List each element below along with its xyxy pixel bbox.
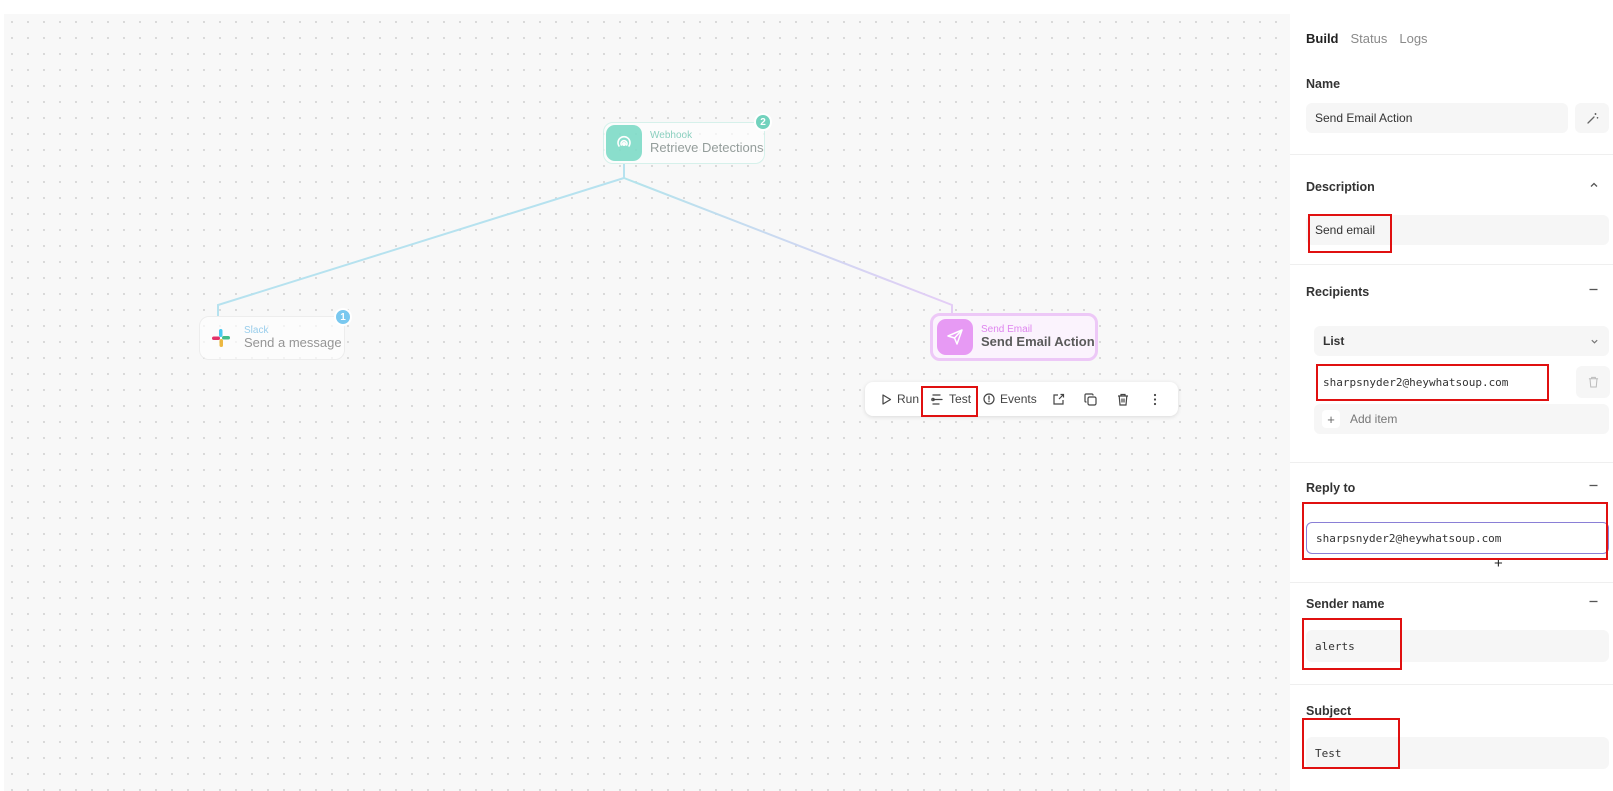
section-divider — [1290, 684, 1613, 685]
section-divider — [1290, 462, 1613, 463]
webhook-icon — [606, 125, 642, 161]
app-root: Webhook Retrieve Detections 2 Slack Send… — [0, 0, 1613, 791]
recipient-item-input[interactable]: sharpsnyder2@heywhatsoup.com — [1314, 366, 1574, 398]
sender-name-input[interactable]: alerts — [1306, 630, 1609, 662]
duplicate-icon — [1084, 392, 1097, 406]
more-button[interactable] — [1139, 386, 1171, 412]
node-title: Send Email Action — [981, 334, 1095, 350]
collapse-reply-to-button[interactable] — [1588, 478, 1599, 494]
collapse-description-button[interactable] — [1589, 177, 1599, 193]
node-count-badge: 1 — [334, 308, 352, 326]
minus-icon — [1589, 288, 1598, 291]
more-icon — [1153, 393, 1156, 405]
chevron-down-icon — [1591, 339, 1598, 344]
tab-build[interactable]: Build — [1306, 31, 1339, 46]
reply-to-input[interactable]: sharpsnyder2@heywhatsoup.com — [1306, 522, 1609, 554]
section-divider — [1290, 582, 1613, 583]
trash-icon — [1588, 376, 1598, 388]
collapse-sender-name-button[interactable] — [1588, 594, 1599, 610]
send-icon — [937, 319, 973, 355]
name-label: Name — [1306, 77, 1341, 91]
description-label: Description — [1306, 180, 1375, 194]
events-icon — [983, 393, 995, 405]
recipients-label: Recipients — [1306, 285, 1370, 299]
node-slack[interactable]: Slack Send a message — [199, 316, 345, 360]
subject-label: Subject — [1306, 704, 1352, 718]
run-label: Run — [897, 392, 920, 406]
node-title: Send a message — [244, 335, 342, 351]
minus-icon — [1589, 484, 1598, 487]
plus-icon: + — [1322, 410, 1340, 428]
node-toolbar: Run Test Events — [865, 382, 1178, 416]
duplicate-button[interactable] — [1075, 386, 1107, 412]
export-button[interactable] — [1043, 386, 1075, 412]
remove-recipient-button[interactable] — [1576, 366, 1610, 398]
mouse-cursor-icon: + — [1494, 555, 1503, 572]
node-title: Retrieve Detections — [650, 140, 764, 156]
config-panel: Build Status Logs Name Send Email Action… — [1290, 0, 1613, 791]
events-button[interactable]: Events — [977, 386, 1043, 412]
collapse-recipients-button[interactable] — [1588, 282, 1599, 298]
tab-status[interactable]: Status — [1351, 31, 1388, 46]
panel-tabs: Build Status Logs — [1306, 31, 1428, 46]
add-item-label: Add item — [1350, 412, 1398, 426]
reply-to-label: Reply to — [1306, 481, 1356, 495]
delete-button[interactable] — [1107, 386, 1139, 412]
delete-icon — [1117, 393, 1128, 406]
recipients-mode-select[interactable]: List — [1314, 326, 1609, 356]
play-icon — [882, 393, 892, 405]
section-divider — [1290, 154, 1613, 155]
minus-icon — [1589, 600, 1598, 603]
chevron-up-icon — [1590, 182, 1598, 187]
description-input[interactable]: Send email — [1306, 215, 1609, 245]
test-label: Test — [949, 392, 972, 406]
tab-logs[interactable]: Logs — [1399, 31, 1427, 46]
test-icon — [931, 393, 943, 405]
run-button[interactable]: Run — [875, 386, 925, 412]
magic-button[interactable] — [1575, 103, 1609, 133]
add-item-button[interactable]: + Add item — [1314, 404, 1609, 434]
name-input[interactable]: Send Email Action — [1306, 103, 1568, 133]
recipients-mode-value: List — [1323, 334, 1345, 348]
export-icon — [1053, 393, 1065, 405]
node-webhook[interactable]: Webhook Retrieve Detections — [603, 122, 765, 164]
magic-wand-icon — [1586, 112, 1598, 124]
node-send-email[interactable]: Send Email Send Email Action — [930, 313, 1098, 361]
test-button[interactable]: Test — [925, 386, 977, 412]
section-divider — [1290, 264, 1613, 265]
sender-name-label: Sender name — [1306, 597, 1385, 611]
events-label: Events — [1000, 392, 1037, 406]
node-count-badge: 2 — [754, 113, 772, 131]
slack-icon — [206, 320, 236, 356]
subject-input[interactable]: Test — [1306, 737, 1609, 769]
